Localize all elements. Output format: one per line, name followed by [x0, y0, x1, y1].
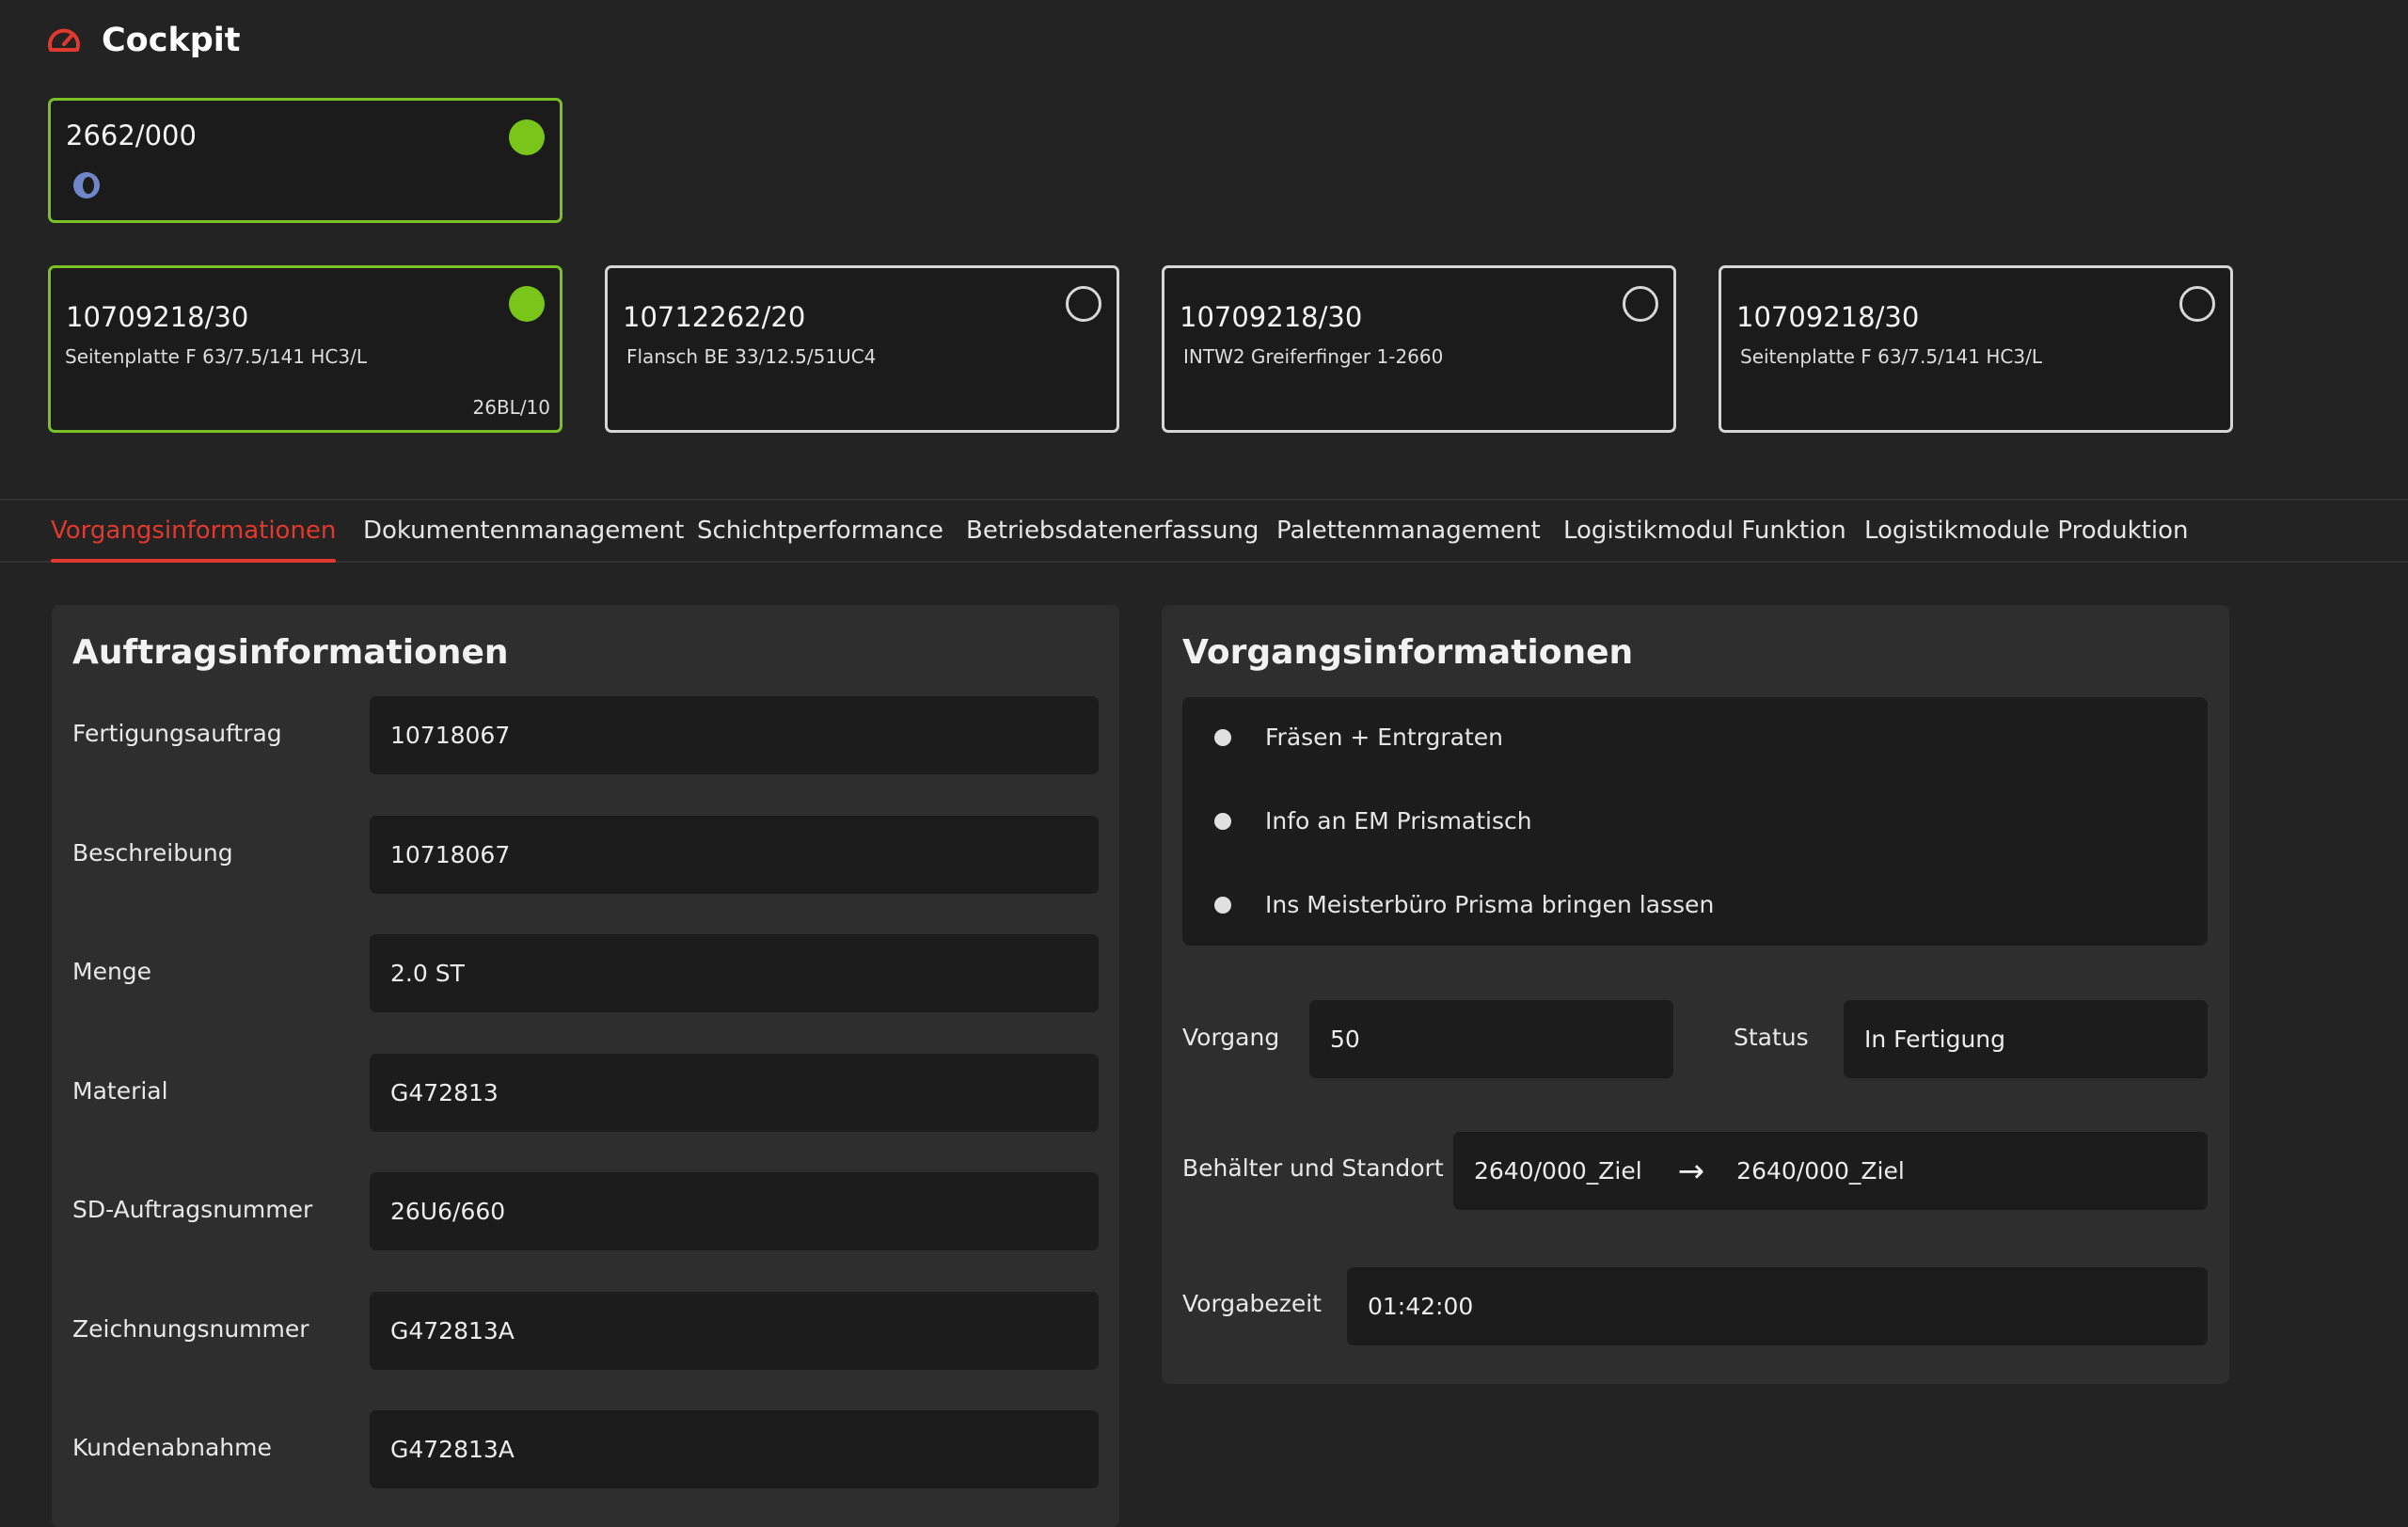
behaelter-from: 2640/000_Ziel	[1474, 1157, 1642, 1185]
field-label: Menge	[72, 958, 152, 985]
list-item-label: Info an EM Prismatisch	[1265, 807, 1532, 835]
tab-dokumentenmanagement[interactable]: Dokumentenmanagement	[363, 501, 684, 561]
menge-field[interactable]: 2.0 ST	[370, 934, 1099, 1012]
tab-schichtperformance[interactable]: Schichtperformance	[697, 501, 943, 561]
order-description: Seitenplatte F 63/7.5/141 HC3/L	[65, 345, 367, 368]
field-label: Zeichnungsnummer	[72, 1315, 309, 1343]
order-code: 10709218/30	[1180, 301, 1363, 333]
bullet-icon	[1214, 896, 1231, 914]
status-indicator	[509, 119, 545, 155]
tab-vorgangsinformationen[interactable]: Vorgangsinformationen	[51, 501, 337, 563]
speedometer-icon	[48, 28, 80, 52]
field-label: Fertigungsauftrag	[72, 720, 282, 747]
tab-palettenmanagement[interactable]: Palettenmanagement	[1276, 501, 1541, 561]
order-code: 10712262/20	[623, 301, 806, 333]
tab-logistikmodule-produktion[interactable]: Logistikmodule Produktion	[1864, 501, 2188, 561]
list-item-label: Fräsen + Entrgraten	[1265, 724, 1504, 751]
beschreibung-field[interactable]: 10718067	[370, 816, 1099, 894]
sd-auftragsnummer-field[interactable]: 26U6/660	[370, 1172, 1099, 1250]
list-item-label: Ins Meisterbüro Prisma bringen lassen	[1265, 891, 1715, 918]
radio-indicator[interactable]	[1066, 286, 1101, 322]
order-card[interactable]: 10709218/30 Seitenplatte F 63/7.5/141 HC…	[1719, 265, 2233, 433]
vorgang-field[interactable]: 50	[1309, 1000, 1673, 1078]
field-label: SD-Auftragsnummer	[72, 1196, 313, 1223]
zeichnungsnummer-field[interactable]: G472813A	[370, 1292, 1099, 1370]
panel-title: Auftragsinformationen	[72, 633, 509, 672]
auftrag-panel: Auftragsinformationen Fertigungsauftrag …	[52, 605, 1119, 1527]
status-indicator	[509, 286, 545, 322]
app-title: Cockpit	[102, 22, 241, 59]
tab-logistikmodul-funktion[interactable]: Logistikmodul Funktion	[1563, 501, 1846, 561]
workstation-code: 2662/000	[66, 119, 197, 151]
list-item: Ins Meisterbüro Prisma bringen lassen	[1182, 891, 1714, 918]
order-code: 10709218/30	[1736, 301, 1920, 333]
vorgabezeit-field[interactable]: 01:42:00	[1347, 1267, 2208, 1345]
order-note: 26BL/10	[472, 396, 551, 419]
order-card[interactable]: 10712262/20 Flansch BE 33/12.5/51UC4	[605, 265, 1119, 433]
order-description: Seitenplatte F 63/7.5/141 HC3/L	[1740, 345, 2042, 368]
field-label: Beschreibung	[72, 839, 233, 867]
panel-title: Vorgangsinformationen	[1182, 633, 1634, 672]
order-description: Flansch BE 33/12.5/51UC4	[626, 345, 877, 368]
bullet-icon	[1214, 812, 1231, 830]
kundenabnahme-field[interactable]: G472813A	[370, 1410, 1099, 1488]
radio-indicator[interactable]	[2179, 286, 2215, 322]
order-description: INTW2 Greiferfinger 1-2660	[1183, 345, 1444, 368]
loading-ring-icon	[73, 172, 100, 199]
behaelter-label: Behälter und Standort	[1182, 1154, 1444, 1182]
behaelter-to: 2640/000_Ziel	[1736, 1157, 1905, 1185]
vorgang-label: Vorgang	[1182, 1024, 1280, 1051]
status-label: Status	[1734, 1024, 1809, 1051]
arrow-right-icon: →	[1677, 1152, 1705, 1190]
list-item: Info an EM Prismatisch	[1182, 807, 1532, 835]
list-item: Fräsen + Entrgraten	[1182, 724, 1503, 751]
vorgang-panel: Vorgangsinformationen Fräsen + Entrgrate…	[1162, 605, 2229, 1384]
radio-indicator[interactable]	[1623, 286, 1658, 322]
vorgabezeit-label: Vorgabezeit	[1182, 1290, 1322, 1317]
app-header: Cockpit	[45, 17, 241, 64]
material-field[interactable]: G472813	[370, 1054, 1099, 1132]
tab-betriebsdatenerfassung[interactable]: Betriebsdatenerfassung	[966, 501, 1259, 561]
field-label: Kundenabnahme	[72, 1434, 272, 1461]
order-code: 10709218/30	[66, 301, 249, 333]
bullet-icon	[1214, 728, 1231, 746]
order-card[interactable]: 10709218/30 Seitenplatte F 63/7.5/141 HC…	[48, 265, 562, 433]
operation-steps-list: Fräsen + Entrgraten Info an EM Prismatis…	[1182, 697, 2208, 946]
order-card[interactable]: 10709218/30 INTW2 Greiferfinger 1-2660	[1162, 265, 1676, 433]
fertigungsauftrag-field[interactable]: 10718067	[370, 696, 1099, 774]
field-label: Material	[72, 1077, 168, 1105]
workstation-card[interactable]: 2662/000	[48, 98, 562, 223]
status-field[interactable]: In Fertigung	[1844, 1000, 2208, 1078]
tab-bar: Vorgangsinformationen Dokumentenmanageme…	[0, 499, 2408, 563]
behaelter-field[interactable]: 2640/000_Ziel → 2640/000_Ziel	[1453, 1132, 2208, 1210]
